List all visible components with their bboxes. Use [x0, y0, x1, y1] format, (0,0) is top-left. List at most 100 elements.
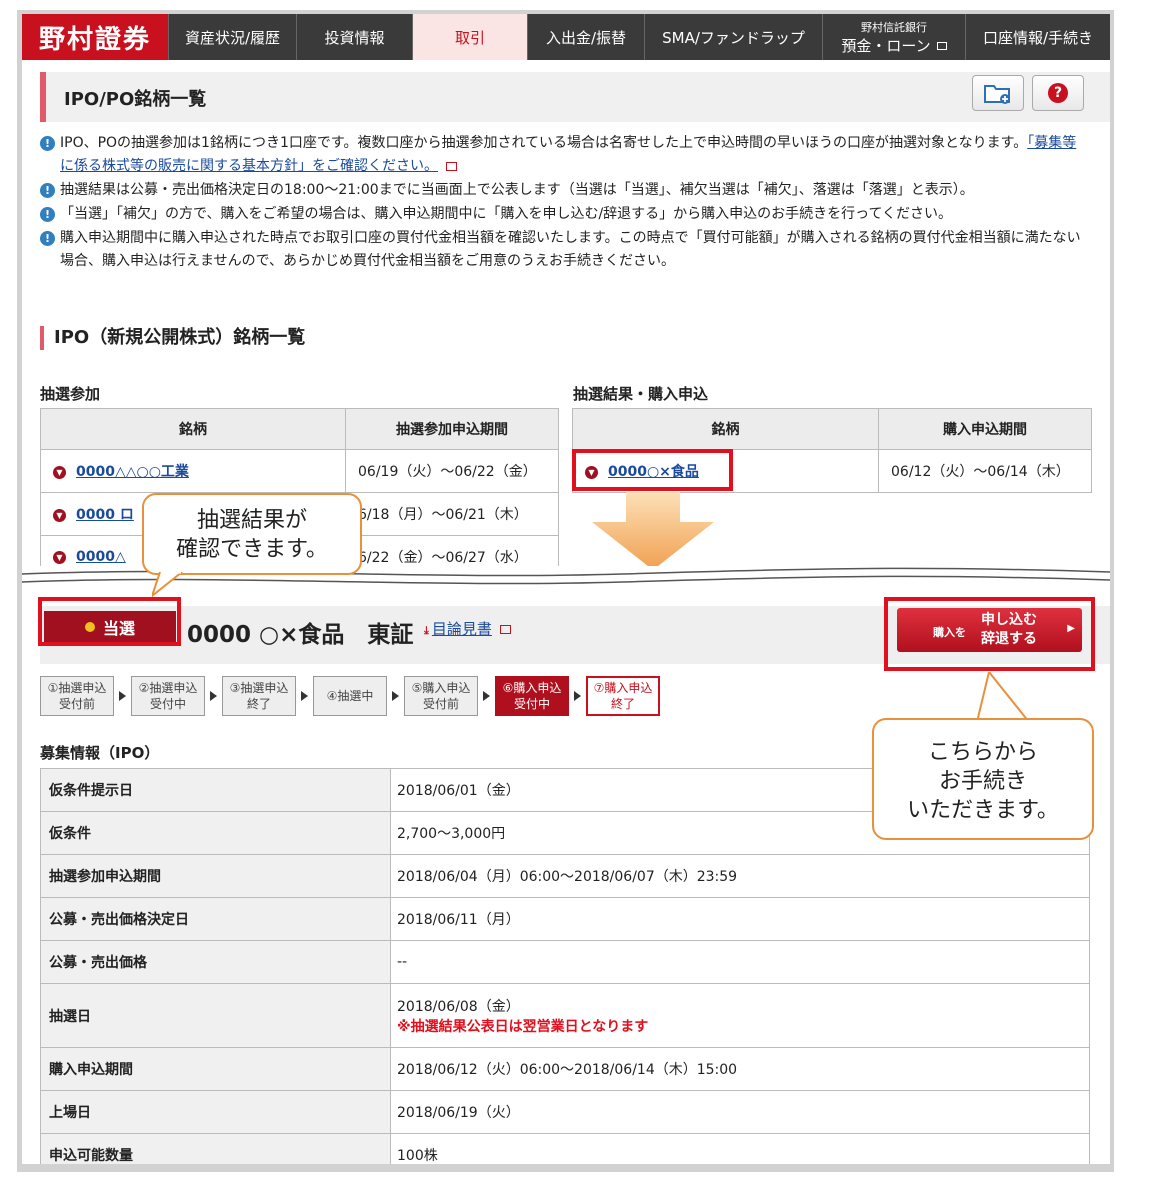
col-header-name: 銘柄 [572, 408, 879, 450]
row-value: 2018/06/11（月） [390, 897, 1090, 941]
step-label: ⑤購入申込 [411, 681, 471, 695]
help-button[interactable]: ? [1032, 75, 1084, 111]
nav-bank[interactable]: 野村信託銀行預金・ローン [822, 14, 965, 60]
cell-period: 06/12（火）～06/14（木） [878, 449, 1092, 493]
cell-period: 06/19（火）～06/22（金） [345, 449, 559, 493]
folder-plus-icon [984, 85, 1010, 104]
row-key: 抽選日 [40, 983, 391, 1048]
info-icon: ! [40, 136, 55, 151]
step-2: ②抽選申込 受付中 [131, 676, 205, 716]
row-key: 仮条件 [40, 811, 391, 855]
help-icon: ? [1048, 83, 1068, 103]
notice-list: ! IPO、POの抽選参加は1銘柄につき1口座です。複数口座から抽選参加されている… [40, 132, 1090, 274]
nav-deposit[interactable]: 入出金/振替 [527, 14, 644, 60]
table-row: 申込可能数量 100株 [40, 1133, 1090, 1164]
row-value: 2018/06/19（火） [390, 1090, 1090, 1134]
step-arrow-icon [301, 691, 308, 701]
row-value-date: 2018/06/08（金） [397, 998, 520, 1015]
step-sub: 受付前 [422, 697, 459, 711]
step-5: ⑤購入申込受付前 [404, 676, 478, 716]
row-value: 2018/06/12（火）06:00～2018/06/14（木）15:00 [390, 1047, 1090, 1091]
callout-text: いただきます。 [907, 798, 1059, 823]
cell-name: ▼ 0000△△○○工業 [40, 449, 346, 493]
step-sub: 受付前 [58, 697, 95, 711]
table-row: 抽選日 2018/06/08（金） ※抽選結果公表日は翌営業日となります [40, 983, 1090, 1048]
table-row: 上場日 2018/06/19（火） [40, 1090, 1090, 1134]
table-header-row: 銘柄 購入申込期間 [572, 408, 1092, 450]
stock-link[interactable]: 0000△ [76, 549, 126, 565]
row-value: 2018/06/04（月）06:00～2018/06/07（木）23:59 [390, 854, 1090, 898]
info-icon: ! [40, 207, 55, 222]
row-key: 公募・売出価格決定日 [40, 897, 391, 941]
step-arrow-icon [392, 691, 399, 701]
callout-text: 確認できます。 [176, 537, 328, 562]
row-value: 2018/06/08（金） ※抽選結果公表日は翌営業日となります [390, 983, 1090, 1048]
table-row: 購入申込期間 2018/06/12（火）06:00～2018/06/14（木）15… [40, 1047, 1090, 1091]
pdf-icon: ⤓ [424, 624, 429, 637]
notice-item: ! 「当選」「補欠」の方で、購入をご希望の場合は、購入申込期間中に「購入を申し込む… [40, 203, 1090, 226]
page-title: IPO/PO銘柄一覧 [64, 89, 207, 110]
step-label: ⑥購入申込 [502, 681, 562, 695]
callout-text: こちらから [927, 740, 1038, 765]
callout-tail [152, 572, 183, 598]
prospectus-link-wrap: ⤓ 目論見書 [424, 618, 511, 639]
step-sub: 終了 [246, 697, 271, 711]
nav-trade[interactable]: 取引 [412, 14, 527, 60]
nav-invest-info-label: 投資情報 [324, 28, 385, 47]
callout-tail [977, 672, 1031, 722]
stock-link[interactable]: 0000△△○○工業 [76, 464, 189, 480]
step-sub: 受付中 [513, 697, 550, 711]
step-sub: 終了 [610, 697, 635, 711]
nav-invest-info[interactable]: 投資情報 [296, 14, 412, 60]
expand-icon[interactable]: ▼ [53, 465, 66, 479]
nav-sma[interactable]: SMA/ファンドラップ [644, 14, 822, 60]
global-nav: 野村證券 資産状況/履歴 投資情報 取引 入出金/振替 SMA/ファンドラップ … [22, 14, 1110, 60]
stock-name: 0000 ○×食品 東証 [187, 622, 414, 648]
nav-account[interactable]: 口座情報/手続き [965, 14, 1110, 60]
nav-assets[interactable]: 資産状況/履歴 [168, 14, 296, 60]
info-icon: ! [40, 183, 55, 198]
step-arrow-icon [574, 691, 581, 701]
step-label: ⑦購入申込 [593, 681, 653, 695]
add-folder-button[interactable] [972, 75, 1024, 111]
notice-text-2: 抽選結果は公募・売出価格決定日の18:00～21:00までに当画面上で公表します… [60, 182, 974, 198]
nav-assets-label: 資産状況/履歴 [184, 28, 281, 47]
warning-text: ※抽選結果公表日は翌営業日となります [397, 1018, 649, 1035]
page: 野村證券 資産状況/履歴 投資情報 取引 入出金/振替 SMA/ファンドラップ … [22, 14, 1110, 1164]
step-6-current: ⑥購入申込受付中 [495, 676, 569, 716]
notice-text-3: 「当選」「補欠」の方で、購入をご希望の場合は、購入申込期間中に「購入を申し込む/… [60, 206, 953, 222]
notice-item: ! 購入申込期間中に購入申込された時点でお取引口座の買付代金相当額を確認いたします… [40, 227, 1090, 273]
step-arrow-icon [210, 691, 217, 701]
callout-text: 抽選結果が [196, 508, 307, 533]
table-row: 公募・売出価格決定日 2018/06/11（月） [40, 897, 1090, 941]
notice-text-4: 購入申込期間中に購入申込された時点でお取引口座の買付代金相当額を確認いたします。… [60, 230, 1081, 269]
nomura-logo[interactable]: 野村證券 [22, 14, 168, 60]
col-header-period: 購入申込期間 [878, 408, 1092, 450]
result-heading: 抽選結果・購入申込 [573, 385, 709, 403]
step-7: ⑦購入申込終了 [586, 676, 660, 716]
row-value: -- [390, 940, 1090, 984]
row-key: 申込可能数量 [40, 1133, 391, 1164]
nav-bank-small: 野村信託銀行 [861, 20, 927, 34]
ipo-section-title: IPO（新規公開株式）銘柄一覧 [40, 326, 305, 350]
notice-item: ! IPO、POの抽選参加は1銘柄につき1口座です。複数口座から抽選参加されている… [40, 132, 1090, 178]
step-label: ②抽選申込 [138, 681, 198, 695]
step-label: ①抽選申込 [47, 681, 107, 695]
expand-icon[interactable]: ▼ [53, 508, 66, 522]
stock-link[interactable]: 0000 ロ [76, 507, 134, 523]
lottery-heading: 抽選参加 [40, 385, 101, 403]
step-arrow-icon [483, 691, 490, 701]
row-value: 100株 [390, 1133, 1090, 1164]
step-label: ④抽選中 [326, 689, 374, 703]
table-row: 抽選参加申込期間 2018/06/04（月）06:00～2018/06/07（木）… [40, 854, 1090, 898]
prospectus-link[interactable]: 目論見書 [432, 620, 492, 638]
nav-bank-label: 預金・ローン [841, 36, 931, 55]
highlight-box [884, 597, 1095, 671]
progress-steps: ①抽選申込 受付前 ②抽選申込 受付中 ③抽選申込 終了 ④抽選中 ⑤購入申込 受付前 … [40, 676, 660, 716]
highlight-box [38, 597, 181, 646]
table-row: 公募・売出価格 -- [40, 940, 1090, 984]
expand-icon[interactable]: ▼ [53, 550, 66, 564]
nav-deposit-label: 入出金/振替 [545, 28, 627, 47]
nav-account-label: 口座情報/手続き [982, 28, 1094, 47]
external-link-icon [499, 625, 511, 634]
